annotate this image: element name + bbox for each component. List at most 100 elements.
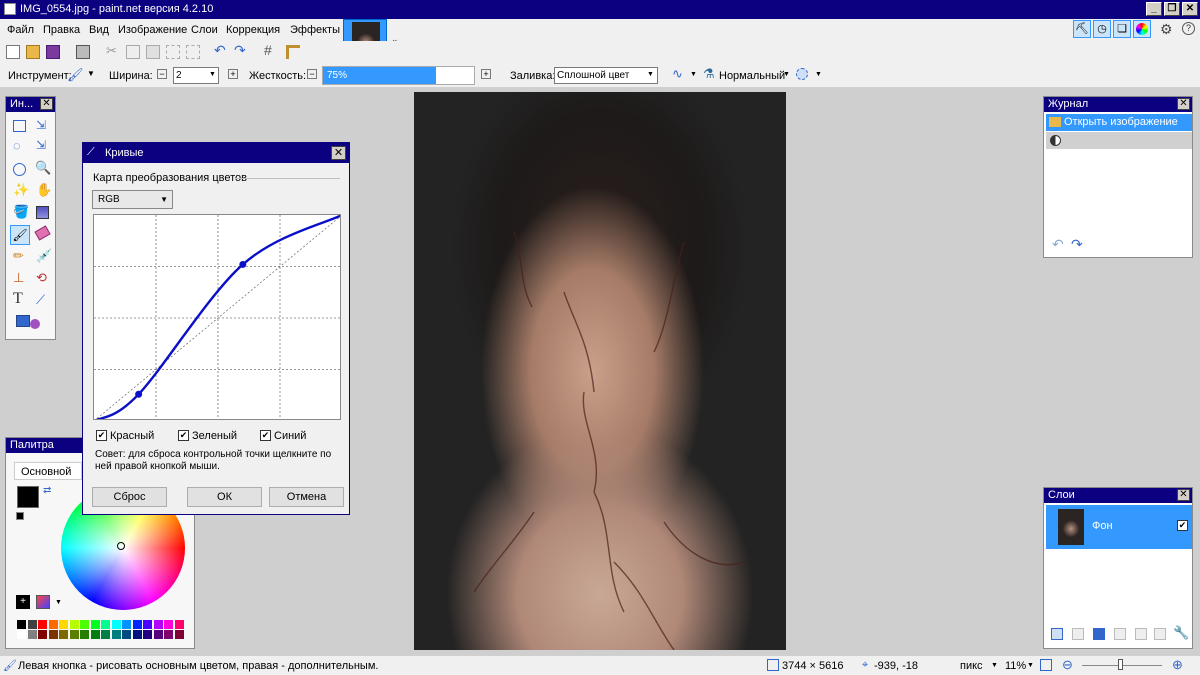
deselect-icon[interactable]: [186, 45, 200, 59]
palette-swatch[interactable]: [101, 620, 110, 629]
copy-icon[interactable]: [126, 45, 140, 59]
redo-icon[interactable]: ↷: [234, 42, 248, 58]
new-file-icon[interactable]: [6, 45, 20, 59]
palette-swatch[interactable]: [48, 630, 58, 639]
pan-icon[interactable]: ✋: [36, 182, 52, 198]
palette-swatch[interactable]: [143, 630, 152, 639]
menu-edit[interactable]: Правка: [43, 24, 80, 36]
text-icon[interactable]: T: [13, 290, 23, 308]
ok-button[interactable]: ОК: [187, 487, 262, 507]
layers-window-toggle[interactable]: ❏: [1113, 20, 1131, 38]
fill-select[interactable]: Сплошной цвет: [554, 67, 658, 84]
palette-swatch[interactable]: [80, 620, 89, 629]
save-icon[interactable]: [46, 45, 60, 59]
delete-layer-icon[interactable]: [1072, 628, 1084, 640]
menu-image[interactable]: Изображение: [118, 24, 187, 36]
blend-mode-icon[interactable]: ⚗: [703, 66, 715, 82]
reset-button[interactable]: Сброс: [92, 487, 167, 507]
palette-swatch[interactable]: [153, 630, 163, 639]
palette-swatch[interactable]: [38, 620, 47, 629]
open-folder-icon[interactable]: [26, 45, 40, 59]
brush-icon[interactable]: 🖌: [67, 67, 84, 83]
swap-colors-icon[interactable]: ⇄: [43, 485, 51, 496]
zoom-in-icon[interactable]: ⊕: [1172, 657, 1183, 673]
grid-icon[interactable]: #: [264, 42, 278, 58]
red-channel-checkbox[interactable]: ✔: [96, 430, 107, 441]
layers-close[interactable]: ✕: [1177, 489, 1190, 501]
units-select[interactable]: пикс: [960, 660, 983, 672]
move-selected-icon[interactable]: ⇲: [36, 138, 46, 152]
palette-swatch[interactable]: [153, 620, 163, 629]
add-color-icon[interactable]: +: [16, 595, 30, 609]
photo-canvas[interactable]: [414, 92, 786, 650]
width-dropdown-arrow[interactable]: ▼: [209, 71, 216, 78]
tone-curve[interactable]: [94, 215, 341, 420]
palette-swatch[interactable]: [80, 630, 89, 639]
zoom-fit-icon[interactable]: [1040, 659, 1052, 671]
undo-icon[interactable]: ↶: [214, 42, 228, 58]
layer-visibility-checkbox[interactable]: ✔: [1177, 520, 1188, 531]
pencil-icon[interactable]: ✏: [13, 248, 24, 264]
menu-layers[interactable]: Слои: [191, 24, 218, 36]
shapes-icon[interactable]: [16, 315, 30, 327]
palette-swatch[interactable]: [48, 620, 58, 629]
curves-close-button[interactable]: ✕: [331, 146, 346, 160]
palette-swatch[interactable]: [38, 630, 47, 639]
cut-icon[interactable]: ✂: [106, 43, 120, 58]
history-close[interactable]: ✕: [1177, 98, 1190, 110]
print-icon[interactable]: [76, 45, 90, 59]
menu-adjustments[interactable]: Коррекция: [226, 24, 280, 36]
zoom-icon[interactable]: 🔍: [35, 160, 51, 176]
palette-swatch[interactable]: [90, 630, 100, 639]
minimize-button[interactable]: _: [1146, 2, 1162, 16]
width-decrease-button[interactable]: −: [157, 69, 167, 79]
palette-swatch[interactable]: [143, 620, 152, 629]
close-button[interactable]: ✕: [1182, 2, 1198, 16]
menu-file[interactable]: Файл: [7, 24, 34, 36]
palette-swatch[interactable]: [17, 620, 26, 629]
blend-mode-value[interactable]: Нормальный: [719, 70, 785, 82]
curve-control-point[interactable]: [135, 390, 143, 398]
paste-icon[interactable]: [146, 45, 160, 59]
palette-swatch[interactable]: [69, 620, 79, 629]
curve-control-point[interactable]: [239, 260, 247, 268]
shapes-dropdown-icon[interactable]: [30, 319, 40, 329]
cancel-button[interactable]: Отмена: [269, 487, 344, 507]
hardness-decrease-button[interactable]: −: [307, 69, 317, 79]
green-channel-checkbox[interactable]: ✔: [178, 430, 189, 441]
palette-swatch[interactable]: [111, 620, 121, 629]
magic-wand-icon[interactable]: ✨: [13, 182, 29, 198]
reset-colors-icon[interactable]: [16, 512, 24, 520]
palette-menu-icon[interactable]: [36, 595, 50, 609]
zoom-slider-thumb[interactable]: [1118, 659, 1123, 670]
ruler-icon[interactable]: [286, 45, 300, 59]
line-curve-icon[interactable]: ⟋: [36, 292, 45, 308]
palette-dropdown-arrow[interactable]: ▼: [55, 599, 62, 606]
history-item[interactable]: Открыть изображение: [1046, 114, 1192, 131]
lasso-icon[interactable]: ◌: [13, 138, 21, 153]
selection-dropdown-arrow[interactable]: ▼: [815, 71, 822, 78]
palette-swatch[interactable]: [174, 620, 184, 629]
paint-bucket-icon[interactable]: 🪣: [13, 204, 29, 220]
palette-swatch[interactable]: [101, 630, 110, 639]
palette-swatch[interactable]: [122, 630, 131, 639]
duplicate-layer-icon[interactable]: [1093, 628, 1105, 640]
move-selection-icon[interactable]: ⇲: [36, 118, 46, 132]
palette-swatch[interactable]: [69, 630, 79, 639]
restore-button[interactable]: ❐: [1164, 2, 1180, 16]
move-layer-up-icon[interactable]: [1135, 628, 1147, 640]
recolor-icon[interactable]: ⟲: [36, 270, 47, 286]
palette-swatch[interactable]: [111, 630, 121, 639]
menu-effects[interactable]: Эффекты: [290, 24, 340, 36]
hardness-slider[interactable]: 75%: [322, 66, 475, 85]
zoom-level[interactable]: 11%: [1005, 660, 1026, 672]
palette-swatch[interactable]: [122, 620, 131, 629]
paintbrush-icon[interactable]: 🖌: [10, 225, 30, 245]
gear-icon[interactable]: ⚙: [1160, 21, 1173, 38]
ellipse-select-icon[interactable]: [13, 163, 26, 176]
palette-swatch[interactable]: [59, 630, 68, 639]
channel-mode-select[interactable]: RGB ▼: [92, 190, 173, 209]
blend-dropdown-arrow[interactable]: ▼: [783, 71, 790, 78]
history-redo-icon[interactable]: ↷: [1071, 236, 1083, 253]
palette-swatch[interactable]: [27, 630, 37, 639]
